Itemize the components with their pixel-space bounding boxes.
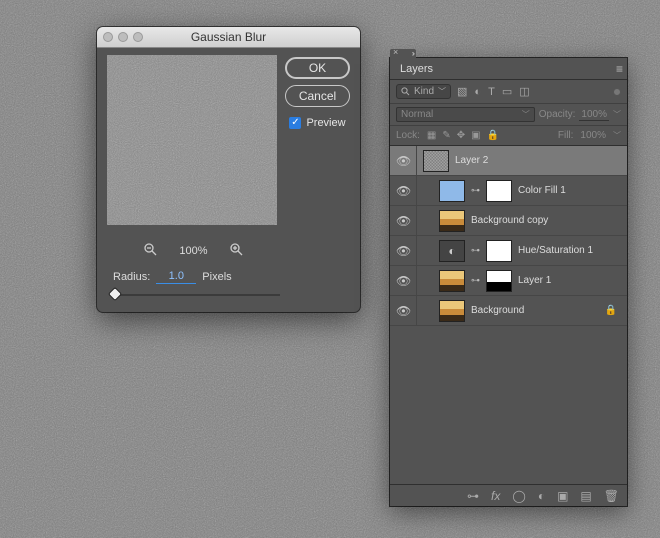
mask-link-icon[interactable]: ⊶ bbox=[471, 245, 480, 256]
layer-thumb[interactable] bbox=[423, 150, 449, 172]
chevron-down-icon: ﹀ bbox=[522, 109, 530, 120]
collapse-icon[interactable]: ›› bbox=[412, 49, 413, 58]
lock-artboard-icon[interactable]: ▣ bbox=[471, 130, 480, 141]
layer-name[interactable]: Color Fill 1 bbox=[518, 185, 566, 196]
tab-layers[interactable]: Layers bbox=[394, 59, 439, 79]
layer-row[interactable]: 👁 Background 🔒 bbox=[390, 296, 627, 326]
new-layer-icon[interactable]: ▤ bbox=[580, 489, 591, 503]
zoom-out-button[interactable] bbox=[144, 243, 157, 259]
zoom-in-button[interactable] bbox=[230, 243, 243, 259]
radius-label: Radius: bbox=[113, 271, 150, 283]
visibility-toggle[interactable]: 👁 bbox=[396, 244, 410, 258]
preview-checkbox[interactable]: ✓ Preview bbox=[285, 117, 350, 129]
layer-name[interactable]: Background copy bbox=[471, 215, 548, 226]
layer-row[interactable]: 👁 ⊶ Color Fill 1 bbox=[390, 176, 627, 206]
lock-transparency-icon[interactable]: ▦ bbox=[427, 130, 436, 141]
checkmark-icon: ✓ bbox=[289, 117, 301, 129]
dialog-titlebar[interactable]: Gaussian Blur bbox=[97, 27, 360, 48]
layer-name[interactable]: Background bbox=[471, 305, 524, 316]
layer-row[interactable]: 👁 ◐ ⊶ Hue/Saturation 1 bbox=[390, 236, 627, 266]
chevron-down-icon[interactable]: ﹀ bbox=[613, 109, 621, 120]
chevron-down-icon: ﹀ bbox=[438, 86, 446, 97]
radius-input[interactable] bbox=[156, 269, 196, 284]
layer-row[interactable]: 👁 Background copy bbox=[390, 206, 627, 236]
lock-icon: 🔒 bbox=[605, 305, 617, 316]
radius-unit: Pixels bbox=[202, 271, 231, 283]
visibility-toggle[interactable]: 👁 bbox=[396, 274, 410, 288]
lock-pixels-icon[interactable]: ✎ bbox=[442, 130, 450, 141]
filter-shape-icon[interactable]: ▭ bbox=[502, 85, 512, 98]
link-layers-icon[interactable]: ⊶ bbox=[467, 489, 479, 503]
lock-position-icon[interactable]: ✥ bbox=[457, 130, 465, 141]
preview-checkbox-label: Preview bbox=[306, 117, 345, 129]
filter-adjustment-icon[interactable]: ◐ bbox=[474, 86, 481, 98]
new-group-icon[interactable]: ▣ bbox=[557, 489, 568, 503]
layer-thumb[interactable] bbox=[439, 210, 465, 232]
layer-thumb[interactable] bbox=[439, 180, 465, 202]
delete-layer-icon[interactable]: 🗑 bbox=[604, 489, 619, 503]
filter-kind-select[interactable]: Kind ﹀ bbox=[396, 84, 451, 99]
radius-slider[interactable] bbox=[113, 288, 280, 302]
zoom-level: 100% bbox=[179, 245, 207, 257]
layers-panel: ×›› Layers ≡ Kind ﹀ ▧ ◐ T ▭ ◫ Normal ﹀ O… bbox=[390, 58, 627, 506]
slider-thumb[interactable] bbox=[108, 287, 122, 301]
mask-link-icon[interactable]: ⊶ bbox=[471, 275, 480, 286]
layer-mask-thumb[interactable] bbox=[486, 180, 512, 202]
filter-preview[interactable] bbox=[107, 55, 277, 225]
fill-value[interactable]: 100% bbox=[580, 130, 606, 141]
layer-name[interactable]: Layer 1 bbox=[518, 275, 551, 286]
ok-button[interactable]: OK bbox=[285, 57, 350, 79]
layer-fx-icon[interactable]: fx bbox=[491, 489, 500, 503]
filter-smart-icon[interactable]: ◫ bbox=[519, 85, 529, 98]
lock-all-icon[interactable]: 🔒 bbox=[487, 130, 499, 141]
layer-thumb[interactable] bbox=[439, 300, 465, 322]
visibility-toggle[interactable]: 👁 bbox=[396, 214, 410, 228]
blend-mode-select[interactable]: Normal ﹀ bbox=[396, 107, 535, 122]
layer-name[interactable]: Hue/Saturation 1 bbox=[518, 245, 593, 256]
visibility-toggle[interactable]: 👁 bbox=[396, 304, 410, 318]
mask-link-icon[interactable]: ⊶ bbox=[471, 185, 480, 196]
filter-type-icon[interactable]: T bbox=[488, 86, 495, 98]
layer-name[interactable]: Layer 2 bbox=[455, 155, 488, 166]
gaussian-blur-dialog: Gaussian Blur OK Cancel ✓ Preview 100% R… bbox=[97, 27, 360, 312]
close-icon[interactable]: × bbox=[393, 47, 398, 57]
adjustment-icon[interactable]: ◐ bbox=[439, 240, 465, 262]
window-controls[interactable] bbox=[103, 32, 143, 42]
lock-label: Lock: bbox=[396, 130, 420, 141]
layer-filter-row: Kind ﹀ ▧ ◐ T ▭ ◫ bbox=[390, 80, 627, 104]
layer-row[interactable]: 👁 ⊶ Layer 1 bbox=[390, 266, 627, 296]
layer-row[interactable]: 👁 Layer 2 bbox=[390, 146, 627, 176]
new-adjustment-icon[interactable]: ◐ bbox=[538, 489, 545, 503]
cancel-button[interactable]: Cancel bbox=[285, 85, 350, 107]
filter-toggle[interactable] bbox=[613, 88, 621, 96]
layer-mask-thumb[interactable] bbox=[486, 240, 512, 262]
dialog-title: Gaussian Blur bbox=[191, 30, 266, 44]
visibility-toggle[interactable]: 👁 bbox=[396, 154, 410, 168]
panel-menu-icon[interactable]: ≡ bbox=[616, 62, 623, 76]
layer-thumb[interactable] bbox=[439, 270, 465, 292]
add-mask-icon[interactable]: ◯ bbox=[512, 489, 525, 503]
filter-kind-label: Kind bbox=[414, 86, 434, 97]
panel-footer: ⊶ fx ◯ ◐ ▣ ▤ 🗑 bbox=[390, 484, 627, 506]
panel-tab-grip[interactable]: × ›› bbox=[390, 49, 416, 58]
chevron-down-icon[interactable]: ﹀ bbox=[613, 130, 621, 141]
opacity-label: Opacity: bbox=[539, 109, 576, 120]
slider-track bbox=[113, 294, 280, 296]
blend-mode-value: Normal bbox=[401, 109, 433, 120]
opacity-value[interactable]: 100% bbox=[579, 109, 609, 121]
layer-list: 👁 Layer 2 👁 ⊶ Color Fill 1 👁 Background … bbox=[390, 146, 627, 484]
visibility-toggle[interactable]: 👁 bbox=[396, 184, 410, 198]
filter-pixel-icon[interactable]: ▧ bbox=[457, 85, 467, 98]
layer-mask-thumb[interactable] bbox=[486, 270, 512, 292]
fill-label: Fill: bbox=[558, 130, 574, 141]
